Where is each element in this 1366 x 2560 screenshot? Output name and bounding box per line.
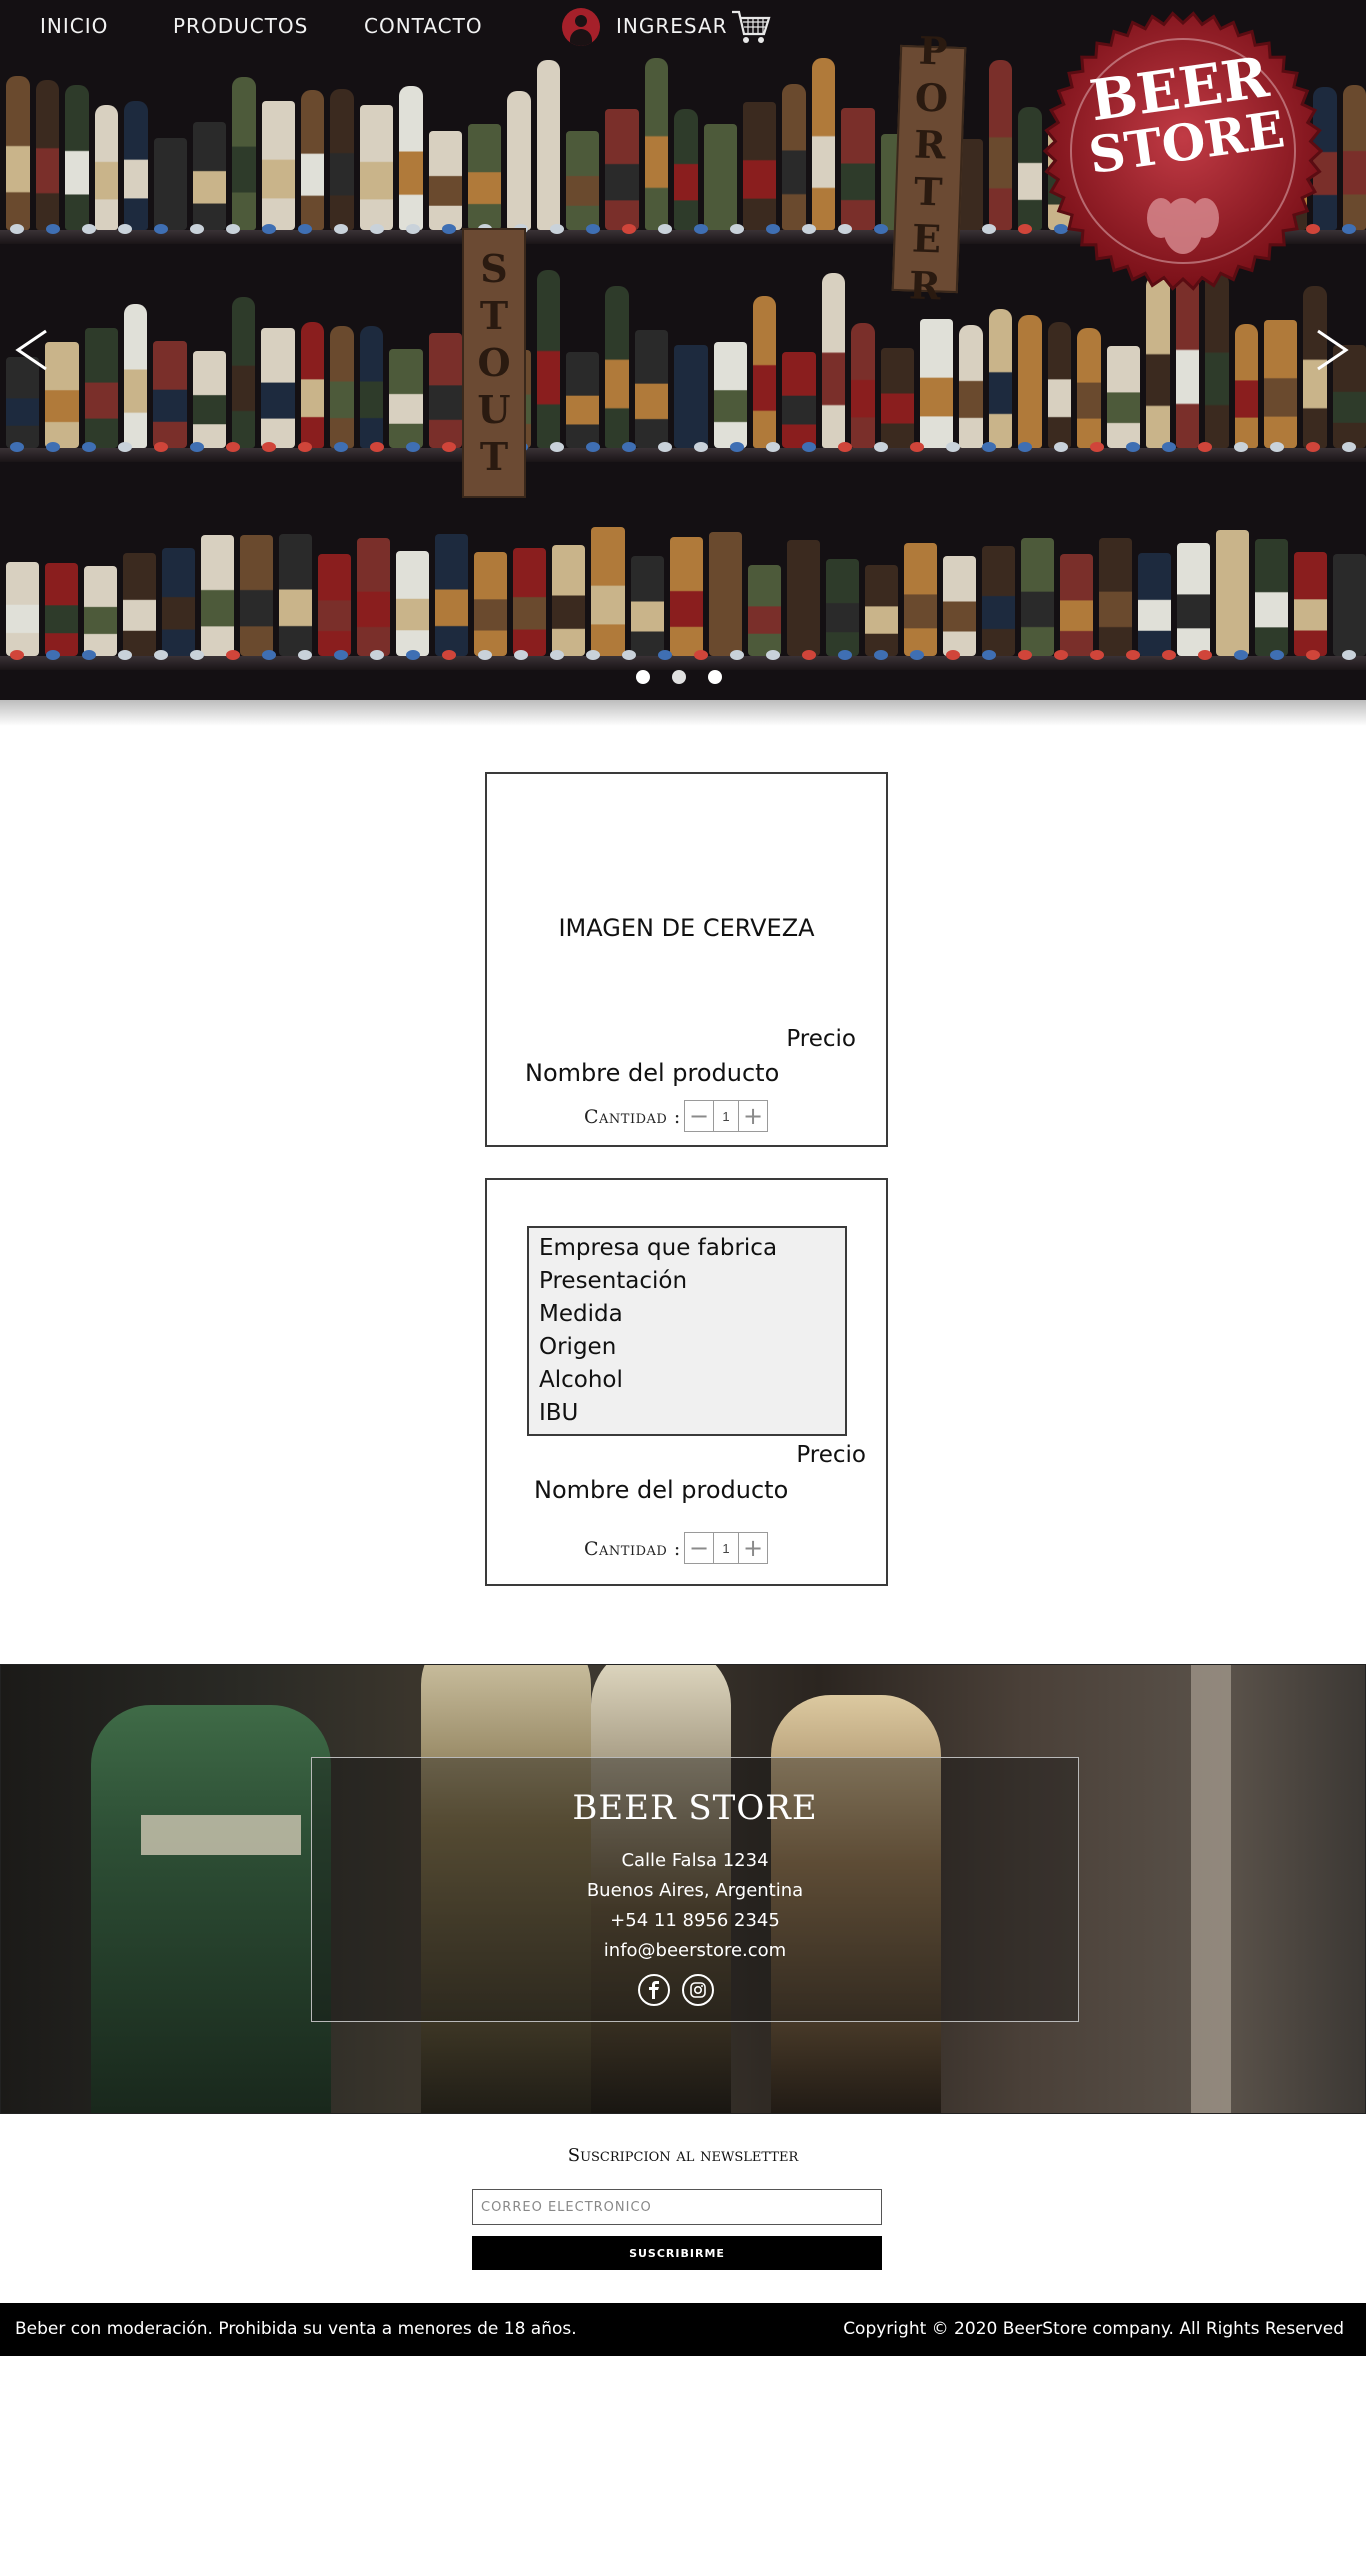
minus-icon[interactable]: − — [685, 1533, 713, 1563]
nav-inicio[interactable]: INICIO — [40, 14, 108, 38]
footer-city: Buenos Aires, Argentina — [586, 1880, 804, 1901]
hero-sign-stout: STOUT — [462, 228, 526, 498]
newsletter-subscribe-button[interactable]: suscribirme — [472, 2236, 882, 2270]
product-price: Precio — [786, 1026, 856, 1052]
footer-logo: BEER STORE — [572, 1788, 818, 1828]
footer-info-box: BEER STORE Calle Falsa 1234 Buenos Aires… — [311, 1757, 1079, 2022]
user-icon[interactable] — [562, 8, 600, 46]
nav-ingresar[interactable]: INGRESAR — [616, 14, 728, 38]
product-details-box: Empresa que fabrica Presentación Medida … — [527, 1226, 847, 1436]
chevron-right-icon[interactable] — [1312, 325, 1352, 375]
minus-icon[interactable]: − — [685, 1101, 713, 1131]
hero-carousel: STOUT PORTER BEER STORE INICIO PRODUCTOS… — [0, 0, 1366, 700]
product-name: Nombre del producto — [525, 1059, 780, 1087]
carousel-dot-2[interactable] — [672, 670, 686, 684]
carousel-dot-1[interactable] — [636, 670, 650, 684]
facebook-icon[interactable] — [638, 1974, 670, 2006]
hero-sign-porter: PORTER — [891, 27, 967, 311]
quantity-stepper: − 1 + — [684, 1100, 768, 1132]
product-card-back[interactable]: Empresa que fabrica Presentación Medida … — [485, 1178, 888, 1586]
footer-email[interactable]: info@beerstore.com — [312, 1940, 1078, 1961]
product-image-placeholder: IMAGEN DE CERVEZA — [558, 914, 815, 942]
top-navigation: INICIO PRODUCTOS CONTACTO INGRESAR — [0, 0, 1366, 56]
footer-phone: +54 11 8956 2345 — [610, 1910, 780, 1931]
quantity-label: Cantidad : — [584, 1538, 681, 1560]
detail-fabricante: Empresa que fabrica — [539, 1235, 778, 1261]
product-price: Precio — [796, 1442, 866, 1468]
quantity-value[interactable]: 1 — [713, 1533, 739, 1563]
carousel-dots — [636, 670, 722, 684]
nav-productos[interactable]: PRODUCTOS — [173, 14, 308, 38]
instagram-icon[interactable] — [682, 1974, 714, 2006]
product-name: Nombre del producto — [534, 1476, 789, 1504]
product-card-front[interactable]: IMAGEN DE CERVEZA Precio Nombre del prod… — [485, 772, 888, 1147]
detail-origen: Origen — [539, 1334, 617, 1360]
newsletter-email-input[interactable] — [472, 2189, 882, 2225]
quantity-stepper: − 1 + — [684, 1532, 768, 1564]
age-disclaimer: Beber con moderación. Prohibida su venta… — [15, 2319, 577, 2339]
shopping-cart-icon[interactable] — [730, 8, 772, 46]
quantity-label: Cantidad : — [584, 1106, 681, 1128]
chevron-left-icon[interactable] — [12, 325, 52, 375]
footer-address: Calle Falsa 1234 — [621, 1850, 769, 1871]
plus-icon[interactable]: + — [739, 1101, 767, 1131]
detail-presentacion: Presentación — [539, 1268, 688, 1294]
copyright: Copyright © 2020 BeerStore company. All … — [843, 2319, 1344, 2339]
carousel-dot-3[interactable] — [708, 670, 722, 684]
newsletter-title: Suscripcion al newsletter — [567, 2145, 799, 2166]
nav-contacto[interactable]: CONTACTO — [364, 14, 483, 38]
footer-contact-section: BEER STORE Calle Falsa 1234 Buenos Aires… — [0, 1664, 1366, 2114]
quantity-value[interactable]: 1 — [713, 1101, 739, 1131]
detail-alcohol: Alcohol — [539, 1367, 623, 1393]
detail-ibu: IBU — [539, 1400, 579, 1426]
bottom-bar: Beber con moderación. Prohibida su venta… — [0, 2303, 1366, 2356]
hero-shadow — [0, 700, 1366, 726]
detail-medida: Medida — [539, 1301, 623, 1327]
footer-bottle-photo — [91, 1705, 331, 2113]
plus-icon[interactable]: + — [739, 1533, 767, 1563]
